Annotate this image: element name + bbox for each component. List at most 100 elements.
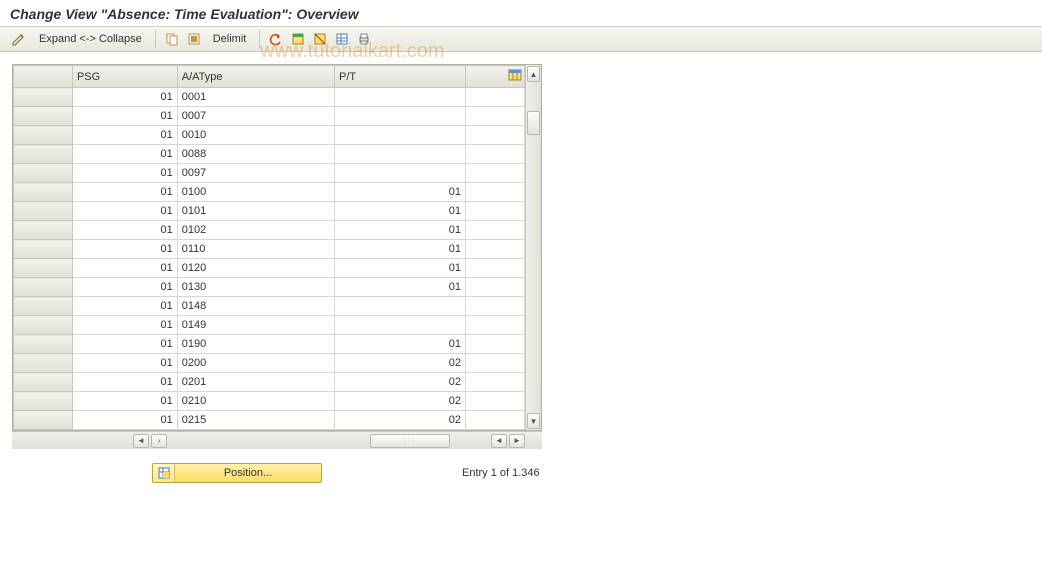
cell-pt[interactable] — [334, 126, 465, 145]
hscroll-track[interactable]: ::: — [168, 434, 490, 448]
print-icon[interactable] — [354, 29, 374, 49]
cell-atype[interactable]: 0010 — [177, 126, 334, 145]
cell-pt[interactable] — [334, 107, 465, 126]
scroll-thumb[interactable] — [527, 111, 540, 135]
select-all-icon[interactable] — [184, 29, 204, 49]
cell-pt[interactable] — [334, 297, 465, 316]
cell-pt[interactable]: 01 — [334, 183, 465, 202]
cell-atype[interactable]: 0201 — [177, 373, 334, 392]
cell-pt[interactable]: 01 — [334, 202, 465, 221]
hscroll-right-button[interactable]: ◄ — [491, 434, 507, 448]
delimit-button[interactable]: Delimit — [206, 29, 254, 49]
cell-pt[interactable]: 02 — [334, 392, 465, 411]
row-selector[interactable] — [14, 316, 73, 335]
cell-pt[interactable] — [334, 316, 465, 335]
table-row[interactable]: 010001 — [14, 88, 525, 107]
cell-pt[interactable]: 01 — [334, 240, 465, 259]
row-selector[interactable] — [14, 202, 73, 221]
row-selector[interactable] — [14, 126, 73, 145]
cell-atype[interactable]: 0110 — [177, 240, 334, 259]
table-settings-icon[interactable] — [332, 29, 352, 49]
cell-psg[interactable]: 01 — [72, 164, 177, 183]
cell-atype[interactable]: 0088 — [177, 145, 334, 164]
hscroll-first-button[interactable]: ◄ — [133, 434, 149, 448]
undo-icon[interactable] — [266, 29, 286, 49]
row-selector[interactable] — [14, 183, 73, 202]
cell-pt[interactable]: 02 — [334, 354, 465, 373]
scroll-down-button[interactable]: ▼ — [527, 413, 540, 429]
cell-psg[interactable]: 01 — [72, 316, 177, 335]
row-selector[interactable] — [14, 145, 73, 164]
cell-atype[interactable]: 0100 — [177, 183, 334, 202]
row-selector[interactable] — [14, 335, 73, 354]
cell-pt[interactable]: 01 — [334, 221, 465, 240]
table-config-header[interactable] — [466, 66, 525, 88]
row-selector[interactable] — [14, 392, 73, 411]
cell-pt[interactable]: 01 — [334, 259, 465, 278]
cell-psg[interactable]: 01 — [72, 278, 177, 297]
hscroll-last-button[interactable]: ► — [509, 434, 525, 448]
row-selector[interactable] — [14, 354, 73, 373]
row-selector[interactable] — [14, 259, 73, 278]
row-selector[interactable] — [14, 240, 73, 259]
cell-atype[interactable]: 0101 — [177, 202, 334, 221]
table-row[interactable]: 01011001 — [14, 240, 525, 259]
table-row[interactable]: 010097 — [14, 164, 525, 183]
row-selector[interactable] — [14, 221, 73, 240]
row-selector[interactable] — [14, 373, 73, 392]
configure-columns-icon[interactable] — [508, 68, 522, 82]
cell-psg[interactable]: 01 — [72, 88, 177, 107]
cell-pt[interactable]: 01 — [334, 278, 465, 297]
cell-atype[interactable]: 0130 — [177, 278, 334, 297]
cell-psg[interactable]: 01 — [72, 221, 177, 240]
cell-atype[interactable]: 0120 — [177, 259, 334, 278]
table-row[interactable]: 01020102 — [14, 373, 525, 392]
table-row[interactable]: 01021502 — [14, 411, 525, 430]
cell-atype[interactable]: 0215 — [177, 411, 334, 430]
cell-psg[interactable]: 01 — [72, 107, 177, 126]
column-header-pt[interactable]: P/T — [334, 66, 465, 88]
cell-psg[interactable]: 01 — [72, 354, 177, 373]
row-selector[interactable] — [14, 411, 73, 430]
cell-psg[interactable]: 01 — [72, 411, 177, 430]
row-selector[interactable] — [14, 297, 73, 316]
cell-pt[interactable]: 01 — [334, 335, 465, 354]
scroll-track[interactable] — [526, 83, 541, 412]
position-button[interactable]: Position... — [152, 463, 322, 483]
table-row[interactable]: 01020002 — [14, 354, 525, 373]
table-row[interactable]: 01013001 — [14, 278, 525, 297]
cell-pt[interactable]: 02 — [334, 411, 465, 430]
table-row[interactable]: 01010001 — [14, 183, 525, 202]
table-row[interactable]: 01010101 — [14, 202, 525, 221]
cell-atype[interactable]: 0210 — [177, 392, 334, 411]
cell-pt[interactable] — [334, 164, 465, 183]
cell-psg[interactable]: 01 — [72, 126, 177, 145]
cell-atype[interactable]: 0001 — [177, 88, 334, 107]
cell-psg[interactable]: 01 — [72, 259, 177, 278]
table-row[interactable]: 010007 — [14, 107, 525, 126]
cell-atype[interactable]: 0102 — [177, 221, 334, 240]
table-row[interactable]: 010149 — [14, 316, 525, 335]
table-row[interactable]: 01021002 — [14, 392, 525, 411]
row-selector[interactable] — [14, 164, 73, 183]
table-row[interactable]: 010010 — [14, 126, 525, 145]
cell-psg[interactable]: 01 — [72, 240, 177, 259]
copy-icon[interactable] — [162, 29, 182, 49]
table-row[interactable]: 010148 — [14, 297, 525, 316]
table-row[interactable]: 010088 — [14, 145, 525, 164]
cell-atype[interactable]: 0149 — [177, 316, 334, 335]
table-row[interactable]: 01012001 — [14, 259, 525, 278]
cell-psg[interactable]: 01 — [72, 335, 177, 354]
expand-collapse-button[interactable]: Expand <-> Collapse — [32, 29, 149, 49]
hscroll-thumb[interactable]: ::: — [370, 434, 450, 448]
cell-atype[interactable]: 0007 — [177, 107, 334, 126]
table-row[interactable]: 01019001 — [14, 335, 525, 354]
cell-atype[interactable]: 0190 — [177, 335, 334, 354]
column-header-psg[interactable]: PSG — [72, 66, 177, 88]
row-selector[interactable] — [14, 278, 73, 297]
cell-atype[interactable]: 0097 — [177, 164, 334, 183]
table-row[interactable]: 01010201 — [14, 221, 525, 240]
column-header-atype[interactable]: A/AType — [177, 66, 334, 88]
cell-pt[interactable] — [334, 88, 465, 107]
cell-psg[interactable]: 01 — [72, 183, 177, 202]
